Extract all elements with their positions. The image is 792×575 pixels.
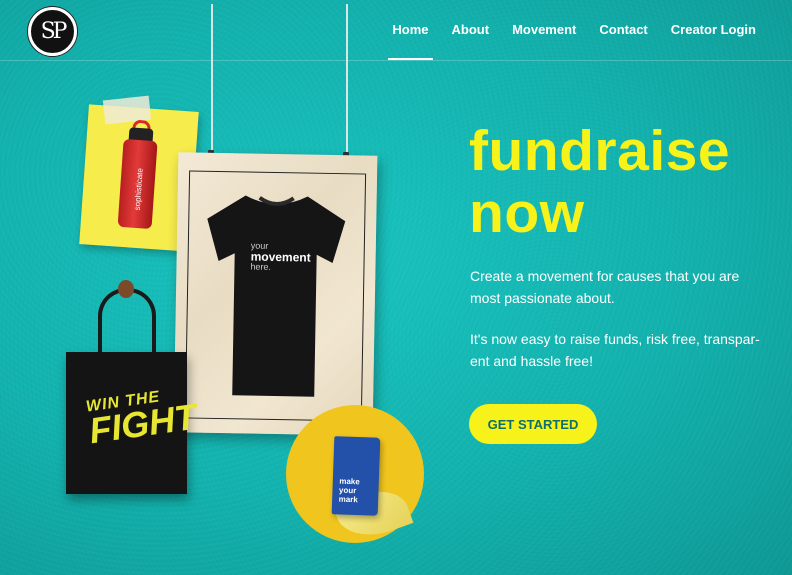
nav-about[interactable]: About: [452, 22, 490, 43]
tshirt-poster: your movement here.: [173, 152, 378, 436]
nav-home[interactable]: Home: [388, 22, 433, 60]
nav-movement[interactable]: Movement: [512, 22, 576, 43]
nav-creator-login[interactable]: Creator Login: [671, 22, 756, 43]
get-started-button[interactable]: GET STARTED: [469, 404, 597, 444]
site-logo[interactable]: SP: [28, 7, 77, 56]
hero-paragraph-2: It's now easy to raise funds, risk free,…: [470, 331, 760, 369]
notebook-print: make your mark: [339, 477, 360, 505]
main-nav: Home About Movement Contact Creator Logi…: [388, 22, 756, 60]
water-bottle-image: sophisticate: [117, 119, 159, 230]
hero-paragraph-1: Create a movement for causes that you ar…: [470, 268, 740, 306]
wooden-peg: [118, 280, 134, 298]
poster-string-left: [211, 4, 213, 164]
tshirt-image: [198, 185, 352, 408]
hero-title-line-1: fundraise: [469, 119, 731, 183]
hero-title-line-2: now: [469, 181, 585, 245]
tshirt-print: your movement here.: [250, 241, 311, 273]
nav-contact[interactable]: Contact: [599, 22, 647, 43]
site-header: SP Home About Movement Contact Creator L…: [0, 0, 792, 61]
logo-text: SP: [40, 19, 68, 44]
poster-string-right: [346, 4, 348, 166]
hero-title: fundraise now: [469, 120, 779, 244]
notebook-line-3: mark: [338, 495, 358, 505]
